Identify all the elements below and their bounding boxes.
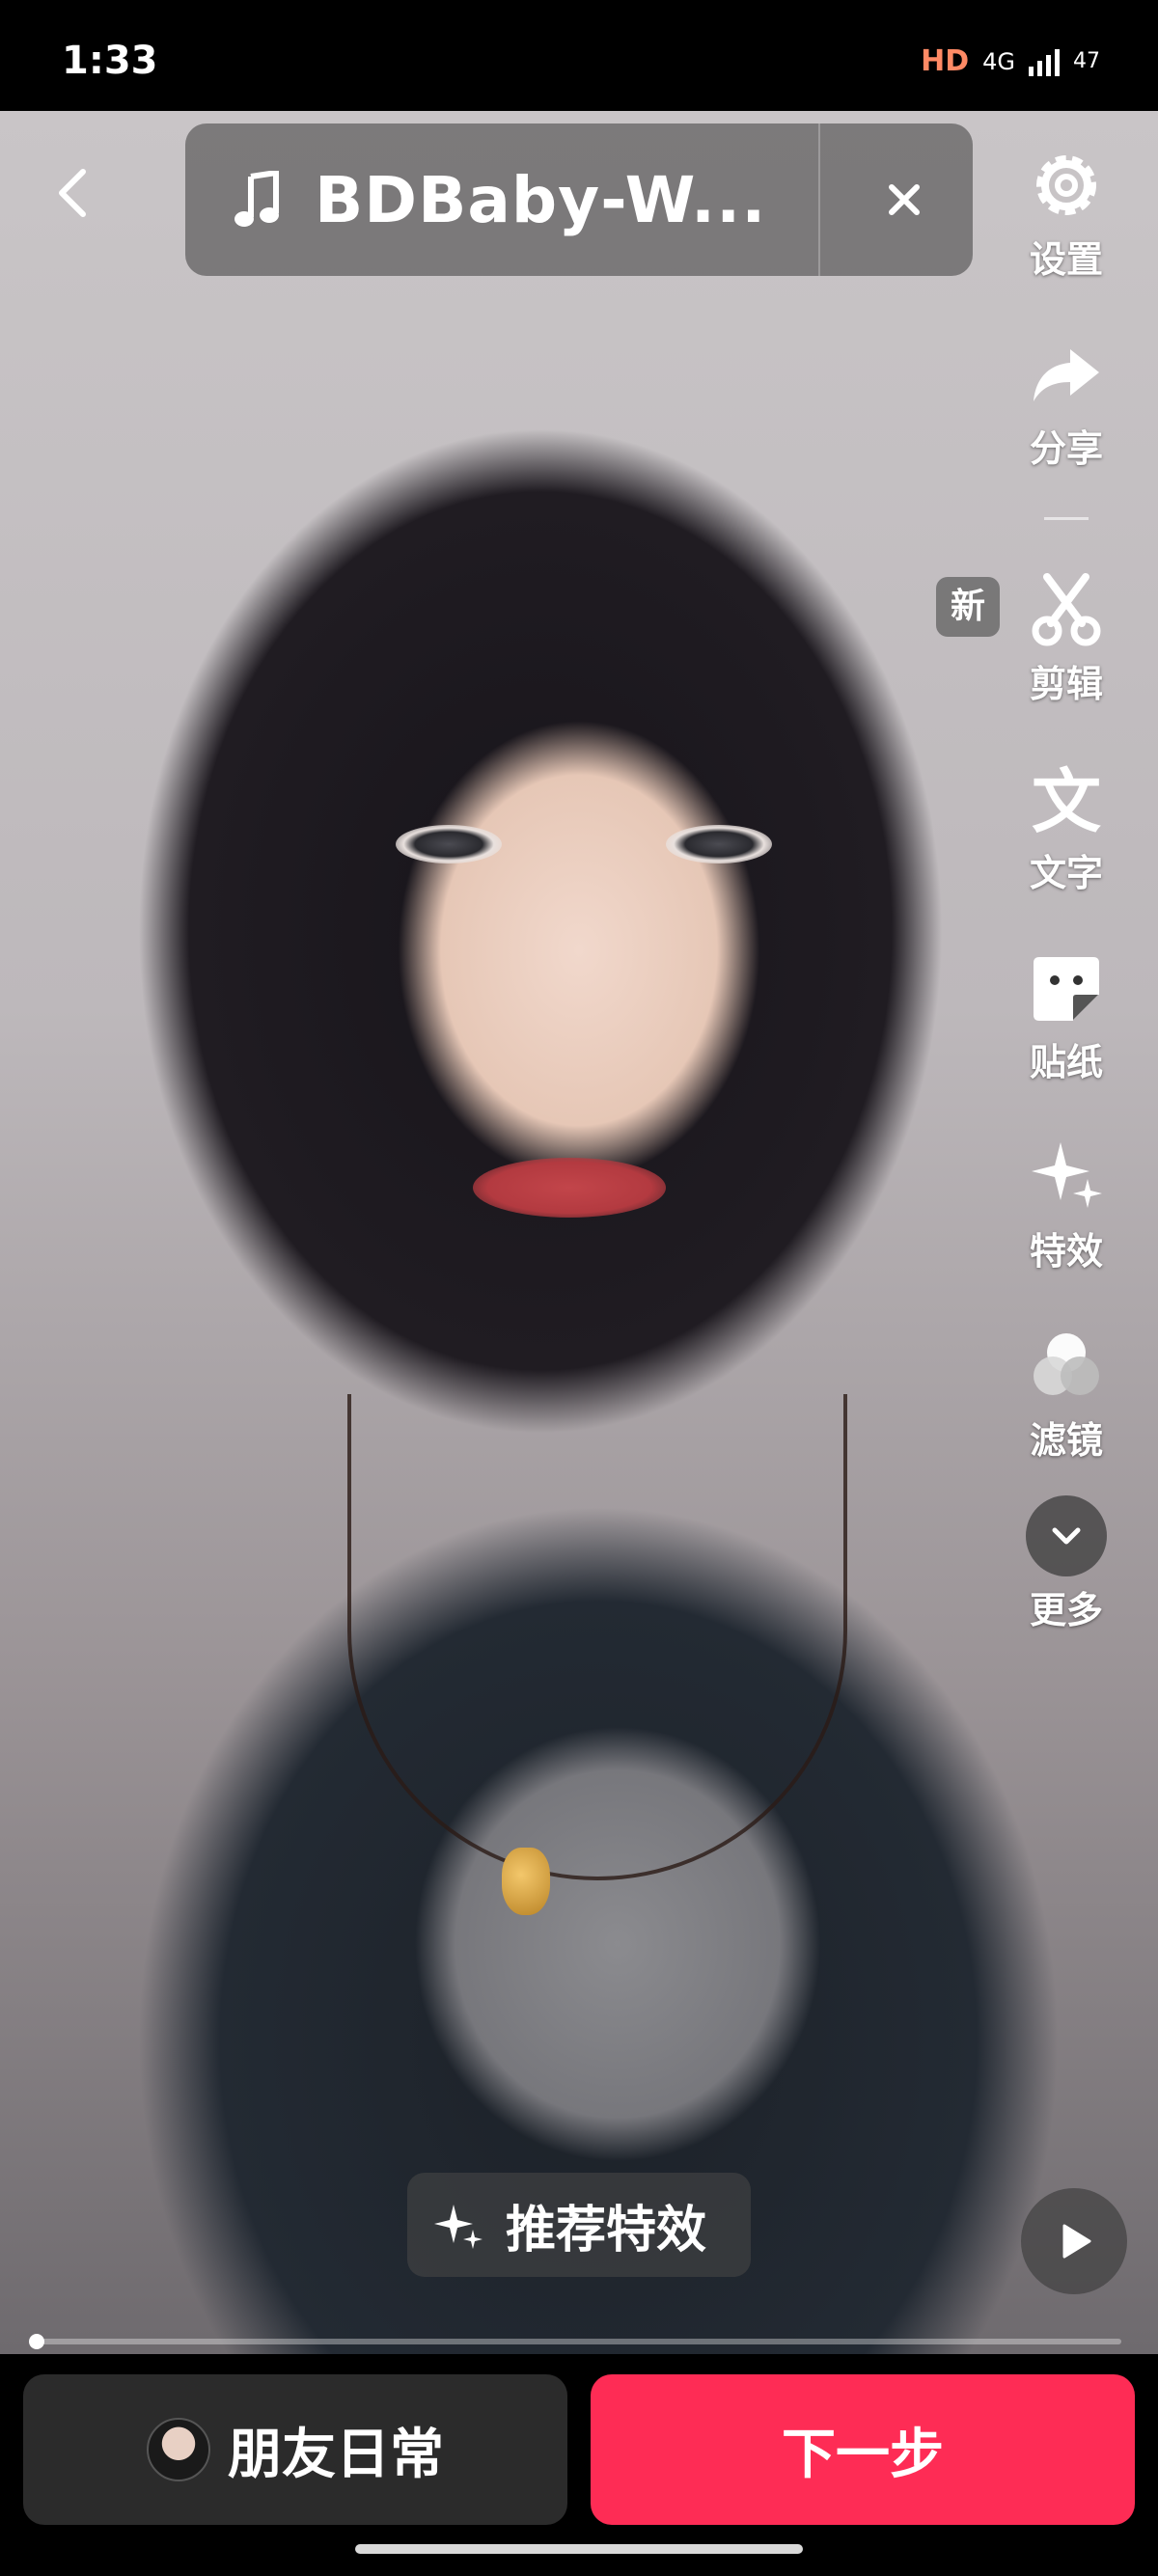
hd-label: HD: [921, 44, 970, 78]
more-label: 更多: [1029, 1589, 1103, 1631]
battery-level: 47: [1073, 49, 1100, 73]
svg-text:文: 文: [1032, 761, 1101, 839]
preview-detail: [666, 825, 772, 863]
edit-button[interactable]: 剪辑: [1004, 569, 1129, 707]
rail-divider: [1044, 517, 1089, 520]
share-label: 分享: [1029, 427, 1103, 470]
filter-button[interactable]: 滤镜: [1004, 1326, 1129, 1464]
next-step-button[interactable]: 下一步: [591, 2374, 1135, 2525]
friends-daily-button[interactable]: 朋友日常: [23, 2374, 567, 2525]
preview-detail: [347, 1394, 847, 1880]
sticker-button[interactable]: 贴纸: [1004, 947, 1129, 1085]
progress-handle[interactable]: [29, 2334, 44, 2349]
chevron-down-icon: [1052, 1527, 1081, 1545]
video-progress-bar[interactable]: [29, 2334, 1121, 2349]
effects-button[interactable]: 特效: [1004, 1137, 1129, 1274]
preview-detail: [396, 825, 502, 863]
sparkles-icon: [1032, 1142, 1102, 1208]
system-icons: HD 4G 47: [921, 44, 1100, 78]
next-step-label: 下一步: [782, 2423, 944, 2486]
preview-detail: [473, 1158, 666, 1218]
share-button[interactable]: 分享: [1004, 334, 1129, 472]
close-icon[interactable]: [870, 166, 938, 233]
new-badge: 新: [936, 577, 1000, 637]
sparkles-icon: [434, 2205, 482, 2249]
settings-button[interactable]: 设置: [1004, 145, 1129, 283]
recommended-effects-label: 推荐特效: [506, 2201, 707, 2260]
text-button[interactable]: 文 文字: [1004, 758, 1129, 896]
settings-label: 设置: [1029, 238, 1103, 281]
preview-detail: [502, 1848, 550, 1915]
back-arrow-icon[interactable]: [46, 164, 104, 222]
edit-label: 剪辑: [1029, 663, 1103, 705]
effects-label: 特效: [1029, 1230, 1103, 1273]
camera-preview[interactable]: [0, 111, 1158, 2354]
more-circle: [1026, 1495, 1107, 1576]
music-title: BDBaby-W...: [315, 162, 767, 237]
text-label: 文字: [1029, 852, 1103, 894]
bottom-bar: 朋友日常 下一步: [0, 2354, 1158, 2576]
text-icon: 文: [1032, 761, 1101, 839]
music-divider: [818, 123, 820, 276]
play-icon: [1062, 2224, 1091, 2259]
home-indicator[interactable]: [355, 2544, 803, 2554]
network-label: 4G: [982, 47, 1015, 75]
recommended-effects-button[interactable]: 推荐特效: [407, 2173, 751, 2277]
music-selector[interactable]: BDBaby-W...: [185, 123, 973, 276]
share-arrow-icon: [1034, 349, 1099, 401]
status-time: 1:33: [62, 39, 158, 83]
status-bar: 1:33 HD 4G 47: [0, 0, 1158, 111]
music-note-icon: [234, 171, 279, 227]
gear-icon: [1036, 155, 1096, 215]
scissors-icon: [1032, 573, 1101, 646]
filter-circles-icon: [1034, 1333, 1099, 1395]
signal-icon: [1029, 47, 1060, 76]
filter-label: 滤镜: [1029, 1419, 1103, 1462]
sticker-label: 贴纸: [1029, 1041, 1103, 1083]
friends-daily-label: 朋友日常: [228, 2423, 444, 2486]
sticker-icon: [1034, 957, 1099, 1021]
play-button[interactable]: [1021, 2188, 1127, 2294]
avatar: [147, 2418, 210, 2481]
more-button[interactable]: 更多: [1004, 1495, 1129, 1633]
